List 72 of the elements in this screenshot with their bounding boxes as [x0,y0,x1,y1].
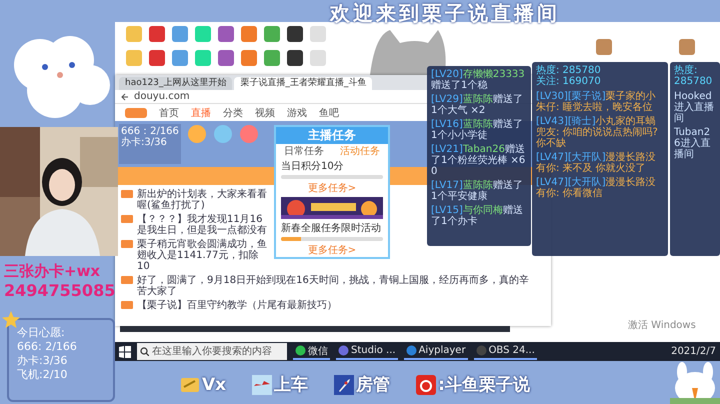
bar-label: 上车 [274,374,308,396]
tag-mark [121,190,133,198]
task-text: 新春全服任务限时活动 [281,222,382,235]
gift-message: [LV17]蓝陈陈赠送了1个平安健康 [431,180,524,202]
app-icon [406,345,417,356]
desktop-icon[interactable] [286,25,304,43]
task-text: 当日积分10分 [281,160,345,173]
taskbar-app[interactable]: 微信 [293,343,330,360]
chat-message: [LV47][大开队]漫漫长路没有你: 来不及 你就火没了 [536,152,657,174]
address-field[interactable]: douyu.com [134,91,190,102]
bunny-drawing [670,362,720,404]
post-link[interactable]: 【？？？】我才发现11月16是我生日，但是我一点都没有 [137,214,267,236]
tag-mark [121,215,133,223]
plane-icon [252,374,272,394]
app-icon [295,345,306,356]
preview-card: 666：2/166 办卡:3/36 [119,124,181,164]
post-link[interactable]: 好了，圆满了，9月18日开始到现在16天时间，挑战，青铜上国服，经历再而多，真的辛苦大家了 [137,275,537,297]
entry-message: Hooked进入直播间 [674,91,715,124]
taskbar-app[interactable]: Studio ... [336,343,398,360]
gift-icon[interactable] [212,124,233,144]
windows-start-icon[interactable] [119,346,131,358]
logo-icon[interactable] [125,106,147,118]
taskbar-app[interactable]: OBS 24... [474,343,537,360]
promo-text: 三张办卡+wx [4,262,102,281]
entry-message: Tuban26进入直播间 [674,127,712,160]
bar-label: :斗鱼栗子说 [438,374,530,396]
gift-message: [LV21]Taban26赠送了1个粉丝荧光棒 ×60 [431,144,526,177]
gift-message: [LV16]蓝陈陈赠送了1个小小学徒 [431,119,524,141]
browser-tab[interactable]: hao123_上网从这里开始 [119,77,232,90]
bar-label: 房管 [356,374,390,396]
gift-message: [LV20]存懒懒23333 赠送了1个稳 [431,69,526,91]
wish-title: 今日心愿: [17,326,66,340]
search-icon [140,347,149,356]
popup-tab[interactable]: 日常任务 [284,144,324,158]
popup-title: 主播任务 [276,127,388,144]
app-icon [338,345,349,356]
wish-item: 飞机:2/10 [17,368,68,382]
post-link[interactable]: 【栗子说】百里守约教学（片尾有最新技巧） [137,300,537,311]
nav-link[interactable]: 鱼吧 [319,106,339,120]
stat-text: 热度: 285780 [536,65,601,76]
gift-message: [LV15]与你同梅赠送了1个办卡 [431,205,524,227]
taskbar-date: 2021/2/7 [671,346,716,357]
nav-link[interactable]: 首页 [159,106,179,120]
tag-mark [121,301,133,309]
nav-link[interactable]: 分类 [223,106,243,120]
bar-label: Vx [202,374,226,394]
activation-text: 激活 Windows [628,319,696,332]
contact-number: 2494755085 [4,281,116,300]
post-link[interactable]: 新出炉的计划表，大家来看看喔(鲨鱼打扰了) [137,189,267,211]
post-link[interactable]: 栗子稍元宵歌会圆满成功，鱼翅收入是1141.77元，扣除10 [137,239,267,272]
banner-title: 欢迎来到栗子说直播间 [330,0,560,27]
gift-icon[interactable] [186,124,207,144]
desktop-icon[interactable] [286,49,304,67]
rocket-icon [334,374,354,394]
wish-item: 办卡:3/36 [17,354,68,368]
app-icon [476,345,487,356]
stat-text: 关注: 169070 [536,76,601,87]
nav-link[interactable]: 游戏 [287,106,307,120]
chat-message: [LV47][大开队]漫漫长路没有你: 你看微信 [536,177,657,199]
taskbar-app[interactable]: Aiyplayer [404,343,468,360]
back-arrow-icon[interactable] [121,92,129,100]
star-icon [2,311,20,329]
nav-link[interactable]: 视频 [255,106,275,120]
tag-mark [121,276,133,284]
chat-message: [LV30][栗子说]栗子家的小朱仔: 睡觉去啦，晚安各位 [536,91,657,113]
gift-message: [LV29]蓝陈陈赠送了1个大气 ×2 [431,94,524,116]
tag-mark [121,240,133,248]
chat-message: [LV43][骑士]小丸家的耳蝸兜友: 你咱的说说点热闹吗? 你不缺 [536,116,659,149]
browser-tab[interactable]: 栗子说直播_王者荣耀直播_斗鱼 [234,77,372,90]
stat-text: 热度: 285780 [674,65,714,87]
weibo-icon [416,374,436,394]
wish-item: 666: 2/166 [17,340,78,354]
